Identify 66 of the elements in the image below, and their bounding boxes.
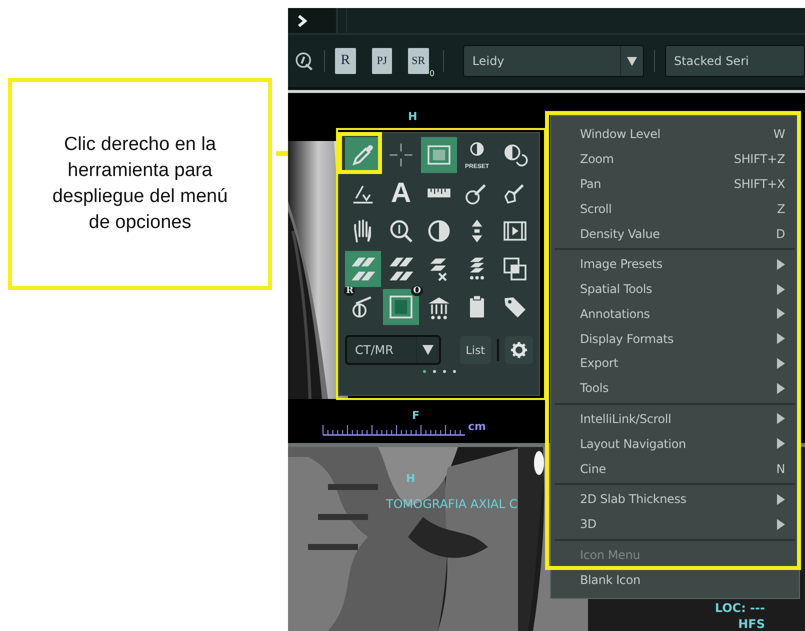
submenu-arrow-icon — [777, 413, 785, 424]
settings-icon — [511, 342, 527, 358]
shortcut-label: W — [773, 127, 785, 142]
submenu-arrow-icon — [777, 438, 785, 450]
layout-dropdown[interactable]: Stacked Seri — [664, 45, 805, 77]
expand-button[interactable] — [288, 8, 338, 33]
caret-icon — [627, 56, 638, 66]
page-dot[interactable] — [432, 370, 436, 373]
menu-item[interactable]: Density Value D — [555, 226, 795, 242]
crosshair-icon — [387, 141, 415, 169]
shortcut-label: D — [776, 226, 785, 241]
tool-badge: O — [411, 286, 423, 296]
document-button[interactable]: PJ — [372, 48, 392, 74]
callout-text: Clic derecho en la herramienta para despliegue del menú de opciones — [51, 133, 229, 235]
orientation-label: H — [408, 110, 418, 123]
page-dot[interactable] — [442, 370, 446, 373]
shortcut-label: SHIFT+Z — [734, 152, 785, 166]
document-button[interactable]: R — [335, 48, 356, 74]
caret-icon — [422, 345, 434, 355]
menu-item[interactable]: Display Formats — [555, 330, 795, 347]
menu-item[interactable]: Zoom SHIFT+Z — [555, 151, 795, 168]
orientation-label: F — [412, 409, 420, 422]
tool-button[interactable]: A — [383, 175, 419, 211]
list-button[interactable]: List — [460, 336, 491, 364]
page-dot[interactable] — [422, 370, 426, 373]
menu-item[interactable]: Cine N — [555, 460, 795, 477]
menu-item[interactable]: Scroll Z — [555, 200, 795, 217]
settings-button[interactable] — [505, 336, 533, 364]
tool-badge: R — [344, 286, 356, 296]
patient-position-label: HFS — [738, 617, 765, 631]
submenu-arrow-icon — [777, 258, 785, 270]
user-dropdown[interactable]: Leidy — [463, 45, 644, 77]
submenu-arrow-icon — [777, 382, 785, 394]
menu-item[interactable]: Annotations — [555, 306, 795, 322]
ruler-unit: cm — [468, 420, 486, 433]
overlapping-squares-icon — [501, 255, 529, 283]
orientation-label: H — [406, 472, 416, 485]
menu-item[interactable]: Blank Icon — [555, 572, 795, 588]
menu-item[interactable]: Window Level W — [555, 126, 795, 142]
submenu-arrow-icon — [777, 518, 785, 530]
submenu-arrow-icon — [777, 284, 785, 295]
preset-dropdown[interactable]: CT/MR — [345, 335, 441, 365]
document-count: 0 — [429, 69, 435, 78]
page-dot[interactable] — [452, 370, 456, 373]
shortcut-label: SHIFT+X — [734, 176, 785, 191]
stacked-slices-icon — [387, 255, 415, 283]
menu-item[interactable]: Export — [555, 355, 795, 372]
menu-item[interactable]: 3D — [555, 516, 795, 532]
submenu-arrow-icon — [777, 494, 785, 505]
stacked-slices-icon — [349, 255, 377, 283]
menu-item[interactable]: Image Presets — [555, 256, 795, 272]
submenu-arrow-icon — [777, 358, 785, 369]
menu-item[interactable]: Tools — [555, 380, 795, 396]
frame-icon — [387, 293, 415, 321]
menu-item[interactable]: Spatial Tools — [555, 281, 795, 298]
menu-item[interactable]: Pan SHIFT+X — [555, 176, 795, 192]
menu-item[interactable]: Layout Navigation — [555, 436, 795, 452]
chevron-icon — [298, 14, 308, 26]
submenu-arrow-icon — [777, 308, 785, 320]
submenu-arrow-icon — [777, 333, 785, 344]
location-label: LOC: --- — [714, 601, 765, 615]
menu-item[interactable]: IntelliLink/Scroll — [555, 410, 795, 427]
series-label: TOMOGRAFIA AXIAL C — [386, 497, 518, 511]
shortcut-label: Z — [776, 202, 785, 216]
shortcut-label: N — [776, 462, 785, 476]
menu-item[interactable]: 2D Slab Thickness — [555, 491, 795, 508]
